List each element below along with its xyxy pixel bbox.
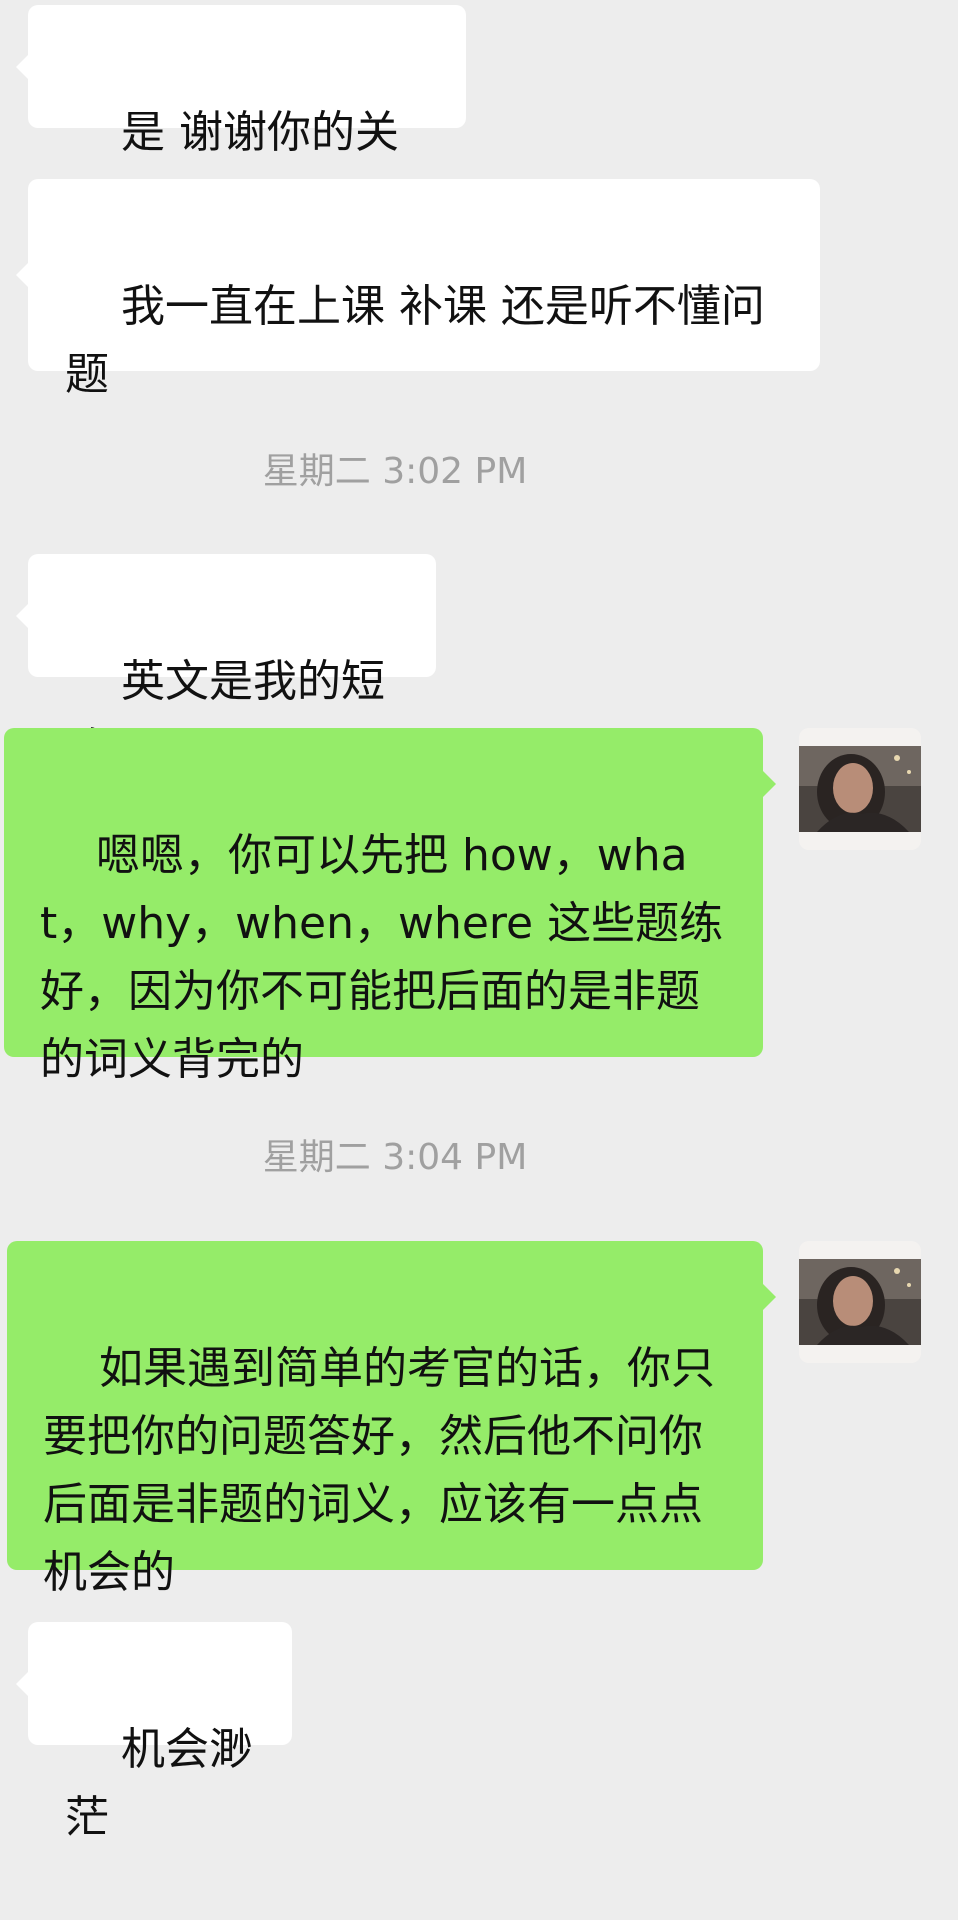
message-bubble-incoming[interactable]: 机会渺茫 xyxy=(16,1622,292,1843)
avatar[interactable] xyxy=(799,728,921,850)
message-text: 我一直在上课 补课 还是听不懂问题 xyxy=(65,281,765,400)
message-text: 机会渺茫 xyxy=(65,1724,253,1843)
user-avatar-photo-icon xyxy=(799,728,921,850)
message-text: 如果遇到简单的考官的话，你只要把你的问题答好，然后他不问你后面是非题的词义，应该… xyxy=(43,1343,715,1598)
timestamp: 星期二 3:02 PM xyxy=(262,451,528,492)
message-bubble-outgoing[interactable]: 嗯嗯，你可以先把 how，what，why，when，where 这些题练好，因… xyxy=(4,728,776,1085)
message-bubble-outgoing[interactable]: 如果遇到简单的考官的话，你只要把你的问题答好，然后他不问你后面是非题的词义，应该… xyxy=(7,1241,776,1598)
timestamp: 星期二 3:04 PM xyxy=(262,1137,528,1178)
message-bubble-incoming[interactable]: 英文是我的短路 xyxy=(16,554,436,775)
message-bubble-incoming[interactable]: 是 谢谢你的关心 xyxy=(16,5,466,226)
avatar[interactable] xyxy=(799,1241,921,1363)
user-avatar-photo-icon xyxy=(799,1241,921,1363)
message-bubble-incoming[interactable]: 我一直在上课 补课 还是听不懂问题 xyxy=(16,179,820,400)
message-text: 嗯嗯，你可以先把 how，what，why，when，where 这些题练好，因… xyxy=(40,830,724,1085)
